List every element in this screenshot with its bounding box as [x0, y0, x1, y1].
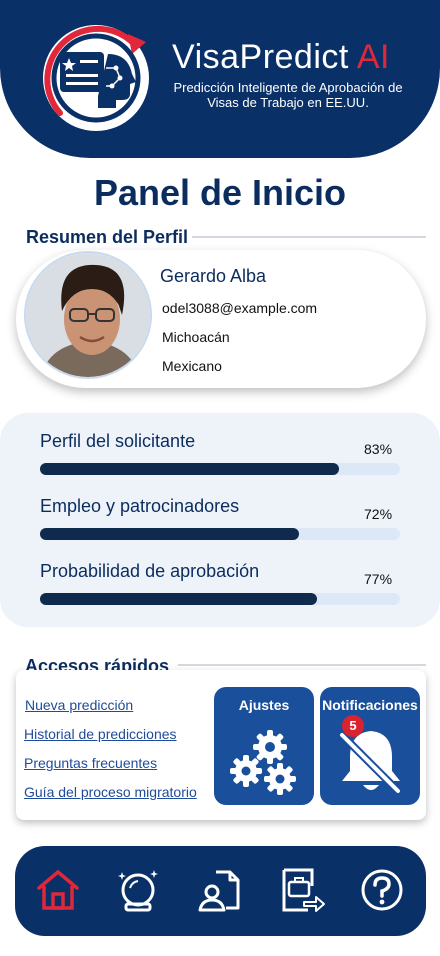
- brand-title: VisaPredict AI: [172, 38, 390, 77]
- gears-icon: [230, 730, 296, 795]
- profile-nationality: Mexicano: [162, 358, 222, 374]
- section-divider: [178, 664, 426, 666]
- visapredict-logo-icon: [43, 25, 149, 131]
- avatar-portrait-icon: [26, 253, 150, 377]
- progress-label-applicant: Perfil del solicitante: [40, 431, 196, 451]
- page-title: Panel de Inicio: [93, 172, 347, 213]
- progress-label-employment: Empleo y patrocinadores: [40, 496, 240, 516]
- link-new-prediction[interactable]: Nueva predicción: [25, 697, 133, 713]
- profile-state: Michoacán: [162, 329, 230, 345]
- bell-muted-icon: [338, 731, 402, 795]
- progress-percent-employment: 72%: [364, 506, 393, 522]
- help-icon[interactable]: [358, 866, 406, 914]
- settings-tile-label: Ajustes: [238, 697, 290, 713]
- progress-bar-employment: [40, 528, 400, 540]
- profile-email: odel3088@example.com: [162, 300, 318, 316]
- link-migration-guide[interactable]: Guía del proceso migratorio: [24, 784, 197, 800]
- link-faq[interactable]: Preguntas frecuentes: [24, 755, 157, 771]
- progress-percent-approval: 77%: [364, 571, 393, 587]
- profile-document-icon[interactable]: [196, 866, 244, 914]
- settings-tile-button[interactable]: Ajustes: [214, 687, 314, 805]
- home-icon[interactable]: [34, 866, 82, 914]
- link-prediction-history[interactable]: Historial de predicciones: [24, 726, 177, 742]
- progress-fill: [40, 463, 339, 475]
- profile-section-title: Resumen del Perfil: [26, 227, 189, 247]
- progress-bar-approval: [40, 593, 400, 605]
- brand-suffix: AI: [356, 38, 390, 76]
- brand-subtitle: Predicción Inteligente de Aprobación de …: [173, 80, 403, 110]
- progress-label-approval: Probabilidad de aprobación: [40, 561, 260, 581]
- notifications-tile-button[interactable]: Notificaciones: [320, 687, 420, 805]
- notifications-count-badge: 5: [342, 715, 364, 737]
- section-divider: [192, 236, 426, 238]
- progress-bar-applicant: [40, 463, 400, 475]
- brand-name: VisaPredict: [172, 38, 349, 76]
- crystal-ball-icon[interactable]: [114, 866, 162, 914]
- progress-fill: [40, 593, 318, 605]
- progress-fill: [40, 528, 300, 540]
- briefcase-export-icon[interactable]: [278, 866, 326, 914]
- notifications-tile-label: Notificaciones: [322, 697, 418, 713]
- progress-percent-applicant: 83%: [364, 441, 393, 457]
- avatar[interactable]: [24, 251, 152, 379]
- profile-name: Gerardo Alba: [160, 266, 267, 286]
